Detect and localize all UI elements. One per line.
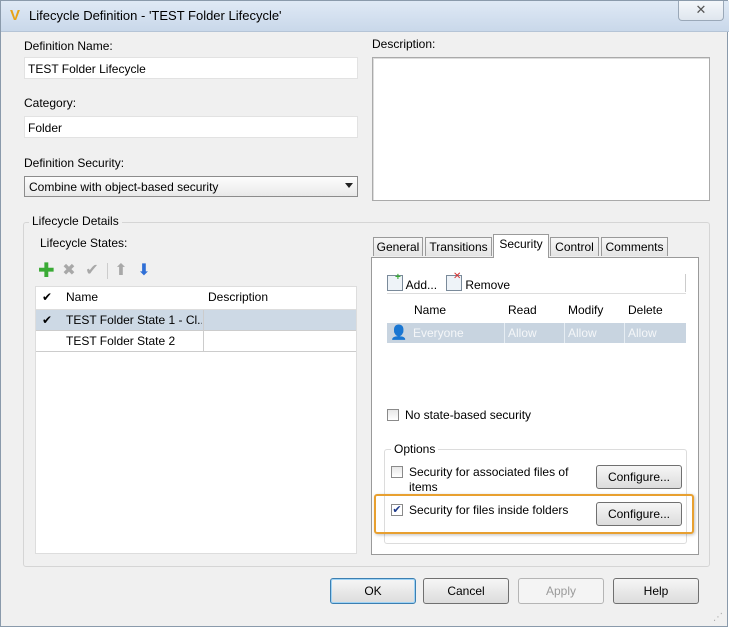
category-label: Category: — [24, 96, 77, 110]
acl-delete-header[interactable]: Delete — [628, 303, 663, 317]
toolbar-separator — [387, 293, 686, 294]
acl-modify-header[interactable]: Modify — [568, 303, 603, 317]
cell-divider — [564, 323, 565, 343]
state-row-1[interactable]: ✔ TEST Folder State 1 - Cl... — [36, 310, 356, 331]
cell-divider — [624, 323, 625, 343]
resize-grip-icon[interactable]: ⋰ — [713, 613, 725, 625]
check-column-header[interactable]: ✔ — [42, 290, 52, 304]
no-state-security-label: No state-based security — [405, 408, 532, 422]
close-button[interactable]: ✕ — [678, 1, 724, 21]
state-name: TEST Folder State 2 — [66, 334, 176, 348]
title-bar[interactable]: V Lifecycle Definition - 'TEST Folder Li… — [1, 1, 729, 32]
description-column-header[interactable]: Description — [208, 290, 268, 304]
acl-name-header[interactable]: Name — [414, 303, 446, 317]
apply-button[interactable]: Apply — [518, 578, 604, 604]
state-check: ✔ — [42, 313, 53, 327]
definition-security-dropdown[interactable]: Combine with object-based security — [24, 176, 358, 197]
definition-security-value: Combine with object-based security — [29, 180, 219, 194]
help-button[interactable]: Help — [613, 578, 699, 604]
add-label: Add... — [405, 278, 438, 292]
options-label: Options — [391, 442, 439, 456]
description-field[interactable] — [372, 57, 710, 201]
associated-files-checkbox[interactable] — [391, 466, 403, 478]
remove-button[interactable]: ✕ Remove — [446, 271, 511, 292]
name-column-header[interactable]: Name — [66, 290, 98, 304]
cell-divider — [203, 331, 204, 351]
tab-transitions[interactable]: Transitions — [425, 237, 492, 256]
tab-control[interactable]: Control — [550, 237, 599, 256]
vault-app-icon: V — [10, 7, 21, 24]
highlight-box — [374, 494, 694, 534]
acl-modify-value: Allow — [568, 326, 597, 340]
tab-security[interactable]: Security — [493, 234, 549, 258]
cell-divider — [504, 323, 505, 343]
add-user-icon: + — [387, 272, 403, 291]
user-icon: 👤 — [390, 324, 408, 340]
no-state-security-checkbox[interactable] — [387, 409, 399, 421]
delete-icon[interactable]: ✖ — [61, 263, 77, 279]
lifecycle-states-grid: ✔ Name Description ✔ TEST Folder State 1… — [35, 286, 357, 554]
cancel-button[interactable]: Cancel — [423, 578, 509, 604]
move-down-icon[interactable]: ⬇ — [136, 263, 152, 279]
toolbar-divider — [107, 263, 108, 279]
checkmark-icon[interactable]: ✔ — [84, 263, 100, 279]
close-icon: ✕ — [695, 2, 707, 17]
definition-name-field[interactable]: TEST Folder Lifecycle — [24, 57, 358, 79]
add-icon[interactable]: ✚ — [38, 261, 55, 281]
remove-label: Remove — [465, 278, 511, 292]
chevron-down-icon — [345, 183, 353, 188]
state-name: TEST Folder State 1 - Cl... — [66, 313, 202, 327]
description-label: Description: — [372, 37, 436, 51]
associated-files-label: Security for associated files of items — [409, 465, 569, 494]
category-field[interactable]: Folder — [24, 116, 358, 138]
definition-name-label: Definition Name: — [24, 39, 113, 53]
move-up-icon[interactable]: ⬆ — [113, 263, 129, 279]
window-title: Lifecycle Definition - 'TEST Folder Life… — [29, 8, 282, 23]
definition-security-label: Definition Security: — [24, 156, 125, 170]
state-row-2[interactable]: TEST Folder State 2 — [36, 331, 356, 352]
lifecycle-definition-dialog: V Lifecycle Definition - 'TEST Folder Li… — [0, 0, 729, 627]
toolbar-divider — [685, 274, 686, 292]
lifecycle-states-label: Lifecycle States: — [40, 236, 128, 250]
acl-read-header[interactable]: Read — [508, 303, 537, 317]
tab-general[interactable]: General — [373, 237, 423, 256]
tab-comments[interactable]: Comments — [601, 237, 668, 256]
configure-associated-button[interactable]: Configure... — [596, 465, 682, 489]
remove-icon: ✕ — [446, 271, 462, 291]
lifecycle-details-label: Lifecycle Details — [29, 214, 122, 228]
ok-button[interactable]: OK — [330, 578, 416, 604]
states-grid-header: ✔ Name Description — [36, 287, 356, 310]
acl-row[interactable]: 👤 Everyone Allow Allow Allow — [387, 323, 686, 343]
cell-divider — [203, 310, 204, 330]
acl-read-value: Allow — [508, 326, 537, 340]
add-button[interactable]: + Add... — [387, 272, 438, 292]
acl-delete-value: Allow — [628, 326, 657, 340]
acl-user-name: Everyone — [413, 326, 464, 340]
